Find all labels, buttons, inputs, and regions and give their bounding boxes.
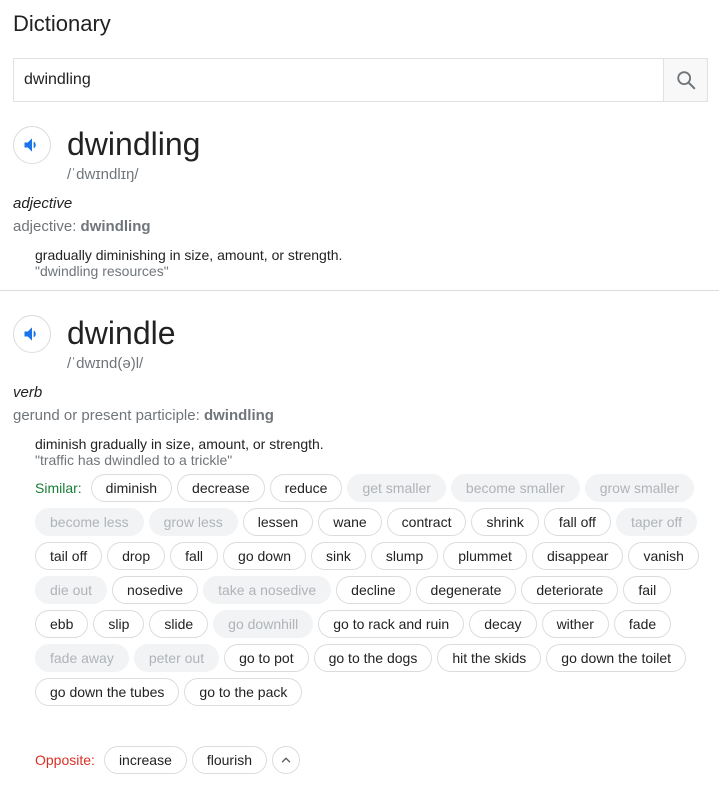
opposite-words: Opposite: increase flourish bbox=[35, 743, 705, 777]
similar-label: Similar: bbox=[35, 480, 82, 496]
definition: gradually diminishing in size, amount, o… bbox=[35, 247, 343, 263]
search-box bbox=[13, 58, 708, 102]
similar-chip[interactable]: sink bbox=[310, 542, 366, 570]
similar-chip[interactable]: slump bbox=[370, 542, 439, 570]
page-title: Dictionary bbox=[13, 11, 111, 36]
similar-chip[interactable]: shrink bbox=[471, 508, 539, 536]
similar-chip[interactable]: ebb bbox=[35, 610, 89, 638]
similar-chip[interactable]: taper off bbox=[615, 508, 698, 536]
opposite-chip[interactable]: flourish bbox=[191, 746, 267, 774]
search-icon bbox=[676, 71, 695, 90]
entry-divider bbox=[0, 290, 719, 291]
similar-chip[interactable]: go downhill bbox=[213, 610, 314, 638]
similar-chip[interactable]: hit the skids bbox=[437, 644, 542, 672]
similar-chip[interactable]: deteriorate bbox=[521, 576, 619, 604]
similar-chip[interactable]: grow less bbox=[148, 508, 238, 536]
similar-chip[interactable]: fall bbox=[170, 542, 219, 570]
similar-chip[interactable]: contract bbox=[386, 508, 467, 536]
similar-chip[interactable]: go down the tubes bbox=[35, 678, 180, 706]
similar-chip[interactable]: go to the pack bbox=[184, 678, 303, 706]
similar-words: Similar: diminish decrease reduce get small… bbox=[35, 471, 705, 709]
example: "traffic has dwindled to a trickle" bbox=[35, 452, 233, 468]
inflection-prefix: adjective: bbox=[13, 218, 81, 235]
similar-chip[interactable]: decline bbox=[336, 576, 411, 604]
similar-chip[interactable]: slip bbox=[93, 610, 145, 638]
similar-chip[interactable]: drop bbox=[107, 542, 166, 570]
similar-chip[interactable]: diminish bbox=[90, 474, 173, 502]
similar-chip[interactable]: disappear bbox=[531, 542, 624, 570]
similar-chip[interactable]: get smaller bbox=[347, 474, 446, 502]
headword: dwindling bbox=[67, 126, 201, 162]
similar-chip[interactable]: tail off bbox=[35, 542, 103, 570]
similar-chip[interactable]: grow smaller bbox=[584, 474, 695, 502]
similar-chip[interactable]: fall off bbox=[543, 508, 611, 536]
similar-chip[interactable]: go down bbox=[223, 542, 306, 570]
inflection: adjective: dwindling bbox=[13, 218, 151, 235]
similar-chip[interactable]: die out bbox=[35, 576, 108, 604]
pronounce-button[interactable] bbox=[13, 126, 51, 164]
similar-chip[interactable]: fade bbox=[613, 610, 672, 638]
part-of-speech: adjective bbox=[13, 195, 73, 212]
similar-chip[interactable]: decrease bbox=[177, 474, 265, 502]
inflection-word: dwindling bbox=[203, 407, 274, 424]
similar-chip[interactable]: peter out bbox=[133, 644, 220, 672]
chevron-up-icon bbox=[281, 757, 291, 763]
similar-chip[interactable]: go down the toilet bbox=[546, 644, 687, 672]
similar-chip[interactable]: go to the dogs bbox=[313, 644, 433, 672]
similar-chip[interactable]: become less bbox=[35, 508, 144, 536]
similar-chip[interactable]: fade away bbox=[35, 644, 129, 672]
part-of-speech: verb bbox=[13, 384, 43, 401]
inflection: gerund or present participle: dwindling bbox=[13, 407, 274, 424]
speaker-icon bbox=[24, 138, 36, 152]
similar-chip[interactable]: degenerate bbox=[415, 576, 517, 604]
speaker-icon bbox=[24, 327, 36, 341]
example: "dwindling resources" bbox=[35, 263, 169, 279]
inflection-prefix: gerund or present participle: bbox=[13, 407, 204, 424]
similar-chip[interactable]: lessen bbox=[242, 508, 314, 536]
similar-chip[interactable]: go to pot bbox=[224, 644, 309, 672]
opposite-chip[interactable]: increase bbox=[103, 746, 187, 774]
similar-chip[interactable]: vanish bbox=[628, 542, 699, 570]
inflection-word: dwindling bbox=[80, 218, 151, 235]
definition: diminish gradually in size, amount, or s… bbox=[35, 436, 324, 452]
collapse-button[interactable] bbox=[272, 746, 300, 774]
similar-chip[interactable]: wane bbox=[318, 508, 382, 536]
similar-chip[interactable]: reduce bbox=[269, 474, 343, 502]
search-input[interactable] bbox=[14, 59, 663, 101]
similar-chip[interactable]: nosedive bbox=[112, 576, 199, 604]
pronunciation: /ˈdwɪndlɪŋ/ bbox=[67, 166, 139, 183]
similar-chip[interactable]: wither bbox=[541, 610, 609, 638]
search-button[interactable] bbox=[663, 59, 707, 101]
similar-chip[interactable]: fail bbox=[623, 576, 672, 604]
similar-chip[interactable]: slide bbox=[149, 610, 209, 638]
similar-chip[interactable]: plummet bbox=[443, 542, 527, 570]
similar-chip[interactable]: take a nosedive bbox=[203, 576, 332, 604]
opposite-label: Opposite: bbox=[35, 752, 95, 768]
headword: dwindle bbox=[67, 315, 176, 351]
pronunciation: /ˈdwɪnd(ə)l/ bbox=[67, 355, 144, 372]
similar-chip[interactable]: become smaller bbox=[450, 474, 580, 502]
similar-chip[interactable]: decay bbox=[469, 610, 537, 638]
pronounce-button[interactable] bbox=[13, 315, 51, 353]
similar-chip[interactable]: go to rack and ruin bbox=[318, 610, 465, 638]
